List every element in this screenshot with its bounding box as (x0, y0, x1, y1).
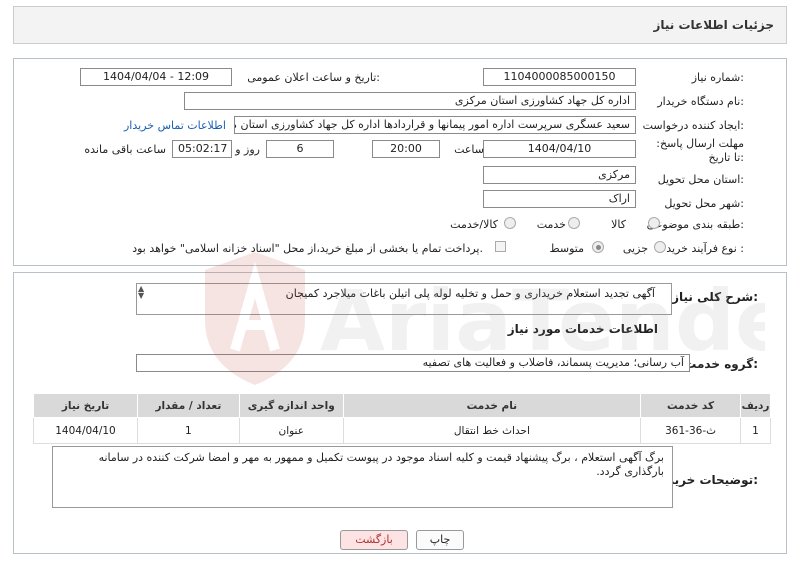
back-button[interactable]: بازگشت (340, 530, 408, 550)
deadline-time-label: ساعت (454, 143, 484, 156)
summary-text: آگهی تجدید استعلام خریداری و حمل و تخلیه… (285, 287, 655, 300)
deadline-label: مهلت ارسال پاسخ: تا تاریخ: (656, 137, 744, 164)
col-row-number: ردیف (740, 393, 771, 418)
cell-quantity: 1 (136, 417, 240, 444)
contact-buyer-link[interactable]: اطلاعات تماس خریدار (124, 119, 226, 132)
cell-service-name: احداث خط انتقال (342, 417, 642, 444)
creator-label: ایجاد کننده درخواست: (642, 119, 744, 132)
province-field: مرکزی (483, 166, 636, 184)
process-radio-minor[interactable] (654, 241, 666, 253)
need-number-field: 1104000085000150 (483, 68, 636, 86)
table-row: 1 ث-36-361 احداث خط انتقال عنوان 1 1404/… (33, 417, 771, 444)
services-table: ردیف کد خدمت نام خدمت واحد اندازه گیری ت… (33, 393, 771, 444)
process-option-minor: جزیی (622, 242, 648, 255)
buyer-notes-textarea[interactable]: برگ آگهی استعلام ، برگ پیشنهاد قیمت و کل… (52, 446, 673, 508)
category-option-service: خدمت (536, 218, 566, 231)
process-option-medium: متوسط (549, 242, 584, 255)
col-service-code: کد خدمت (640, 393, 742, 418)
col-unit: واحد اندازه گیری (238, 393, 344, 418)
process-label: نوع فرآیند خرید : (666, 242, 744, 255)
col-quantity: تعداد / مقدار (136, 393, 240, 418)
print-button[interactable]: چاپ (416, 530, 464, 550)
city-field: اراک (483, 190, 636, 208)
city-label: شهر محل تحویل: (664, 197, 744, 210)
col-need-date: تاریخ نیاز (33, 393, 138, 418)
category-label: طبقه بندی موضوعی: (646, 218, 744, 231)
category-option-goods: کالا (611, 218, 626, 231)
services-section-title: اطلاعات خدمات مورد نیاز (507, 322, 658, 336)
treasury-payment-note: پرداخت تمام یا بخشی از مبلغ خرید،از محل … (132, 242, 483, 255)
cell-row-number: 1 (740, 417, 771, 444)
deadline-time-field: 20:00 (372, 140, 440, 158)
announce-field: 1404/04/04 - 12:09 (80, 68, 232, 86)
table-header-row: ردیف کد خدمت نام خدمت واحد اندازه گیری ت… (33, 393, 771, 418)
category-option-goods-service: کالا/خدمت (450, 218, 498, 231)
remaining-time-field: 05:02:17 (172, 140, 232, 158)
cell-need-date: 1404/04/10 (33, 417, 138, 444)
service-group-label: گروه خدمت: (684, 357, 758, 371)
need-number-label: شماره نیاز: (691, 71, 744, 84)
remaining-label: ساعت باقی مانده (84, 143, 166, 156)
treasury-checkbox[interactable] (495, 241, 506, 252)
summary-scroll-arrows[interactable]: ▲ ▼ (138, 285, 144, 300)
days-label: روز و (235, 143, 260, 156)
creator-field: سعید عسگری سرپرست اداره امور پیمانها و ق… (234, 116, 636, 134)
page-header: جزئیات اطلاعات نیاز (13, 6, 787, 44)
deadline-date-field: 1404/04/10 (483, 140, 636, 158)
summary-label: شرح کلی نیاز: (672, 290, 758, 304)
province-label: استان محل تحویل: (657, 173, 744, 186)
col-service-name: نام خدمت (342, 393, 642, 418)
cell-unit: عنوان (238, 417, 344, 444)
announce-label: تاریخ و ساعت اعلان عمومی: (247, 71, 380, 84)
summary-textarea[interactable]: آگهی تجدید استعلام خریداری و حمل و تخلیه… (136, 283, 672, 315)
category-radio-service[interactable] (568, 217, 580, 229)
service-group-field: آب رسانی؛ مدیریت پسماند، فاضلاب و فعالیت… (136, 354, 690, 372)
page-title: جزئیات اطلاعات نیاز (653, 18, 774, 32)
cell-service-code: ث-36-361 (640, 417, 742, 444)
category-radio-goods[interactable] (648, 217, 660, 229)
buyer-notes-text: برگ آگهی استعلام ، برگ پیشنهاد قیمت و کل… (98, 451, 664, 478)
days-field: 6 (266, 140, 334, 158)
buyer-org-field: اداره کل جهاد کشاورزی استان مرکزی (184, 92, 636, 110)
process-radio-medium[interactable] (592, 241, 604, 253)
buyer-org-label: نام دستگاه خریدار: (657, 95, 744, 108)
category-radio-goods-service[interactable] (504, 217, 516, 229)
